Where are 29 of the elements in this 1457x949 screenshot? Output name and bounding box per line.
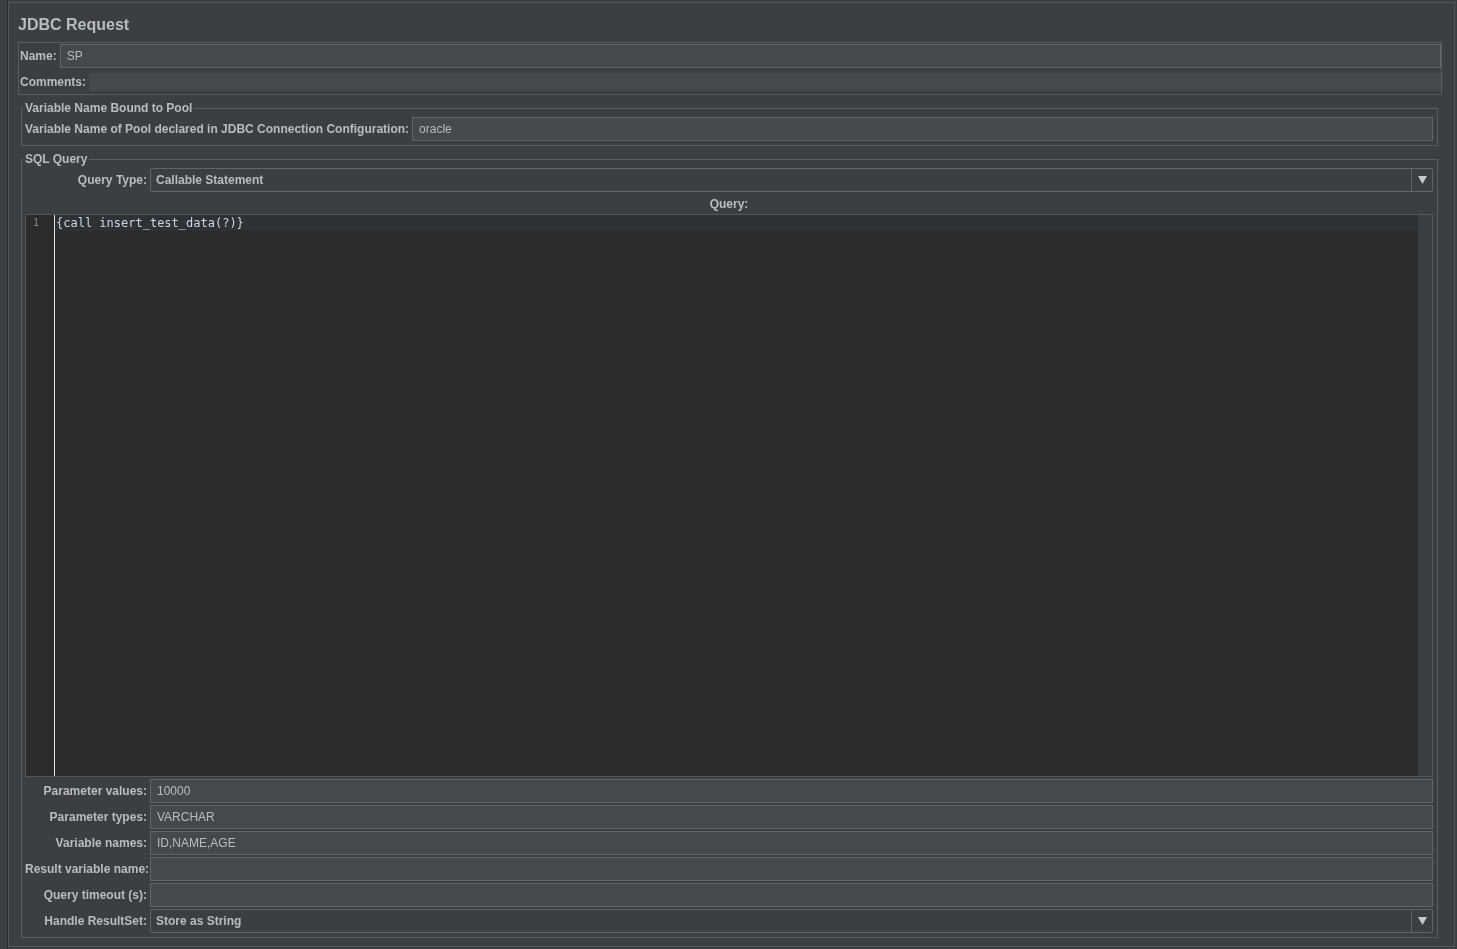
- input-field[interactable]: VARCHAR: [150, 805, 1433, 829]
- line-number: 1: [32, 216, 40, 230]
- query-label: Query:: [708, 196, 750, 213]
- field-label: Parameter values:: [42, 784, 147, 798]
- input-field[interactable]: 10000: [150, 779, 1433, 803]
- query-type-dropdown[interactable]: Callable Statement: [150, 168, 1433, 192]
- field-label: Handle ResultSet:: [43, 914, 147, 928]
- field-label: Query timeout (s):: [42, 888, 147, 902]
- input-field[interactable]: ID,NAME,AGE: [150, 831, 1433, 855]
- scrollbar[interactable]: [1418, 215, 1432, 776]
- field-label: Variable names:: [54, 836, 147, 850]
- group-title: Variable Name Bound to Pool: [24, 101, 194, 115]
- input-field[interactable]: [150, 883, 1433, 907]
- field-label: Parameter types:: [48, 810, 147, 824]
- group-title: SQL Query: [24, 152, 89, 166]
- field-label: Query Type:: [76, 173, 147, 187]
- comments-field[interactable]: [89, 73, 1441, 91]
- input-field[interactable]: [150, 857, 1433, 881]
- pool-name-field[interactable]: oracle: [412, 117, 1433, 141]
- dropdown[interactable]: Store as String: [150, 909, 1433, 933]
- dropdown-arrow-icon: [1417, 917, 1427, 925]
- field-label: Comments:: [20, 75, 86, 89]
- panel-title: JDBC Request: [18, 15, 131, 35]
- field-label: Result variable name:: [25, 862, 147, 876]
- code-editor[interactable]: 1 {call insert_test_data(?)}: [25, 214, 1433, 777]
- field-label: Variable Name of Pool declared in JDBC Connection Configuration:: [25, 122, 410, 136]
- name-field[interactable]: SP: [59, 44, 1441, 68]
- dropdown-arrow-icon: [1417, 176, 1427, 184]
- field-label: Name:: [20, 49, 57, 63]
